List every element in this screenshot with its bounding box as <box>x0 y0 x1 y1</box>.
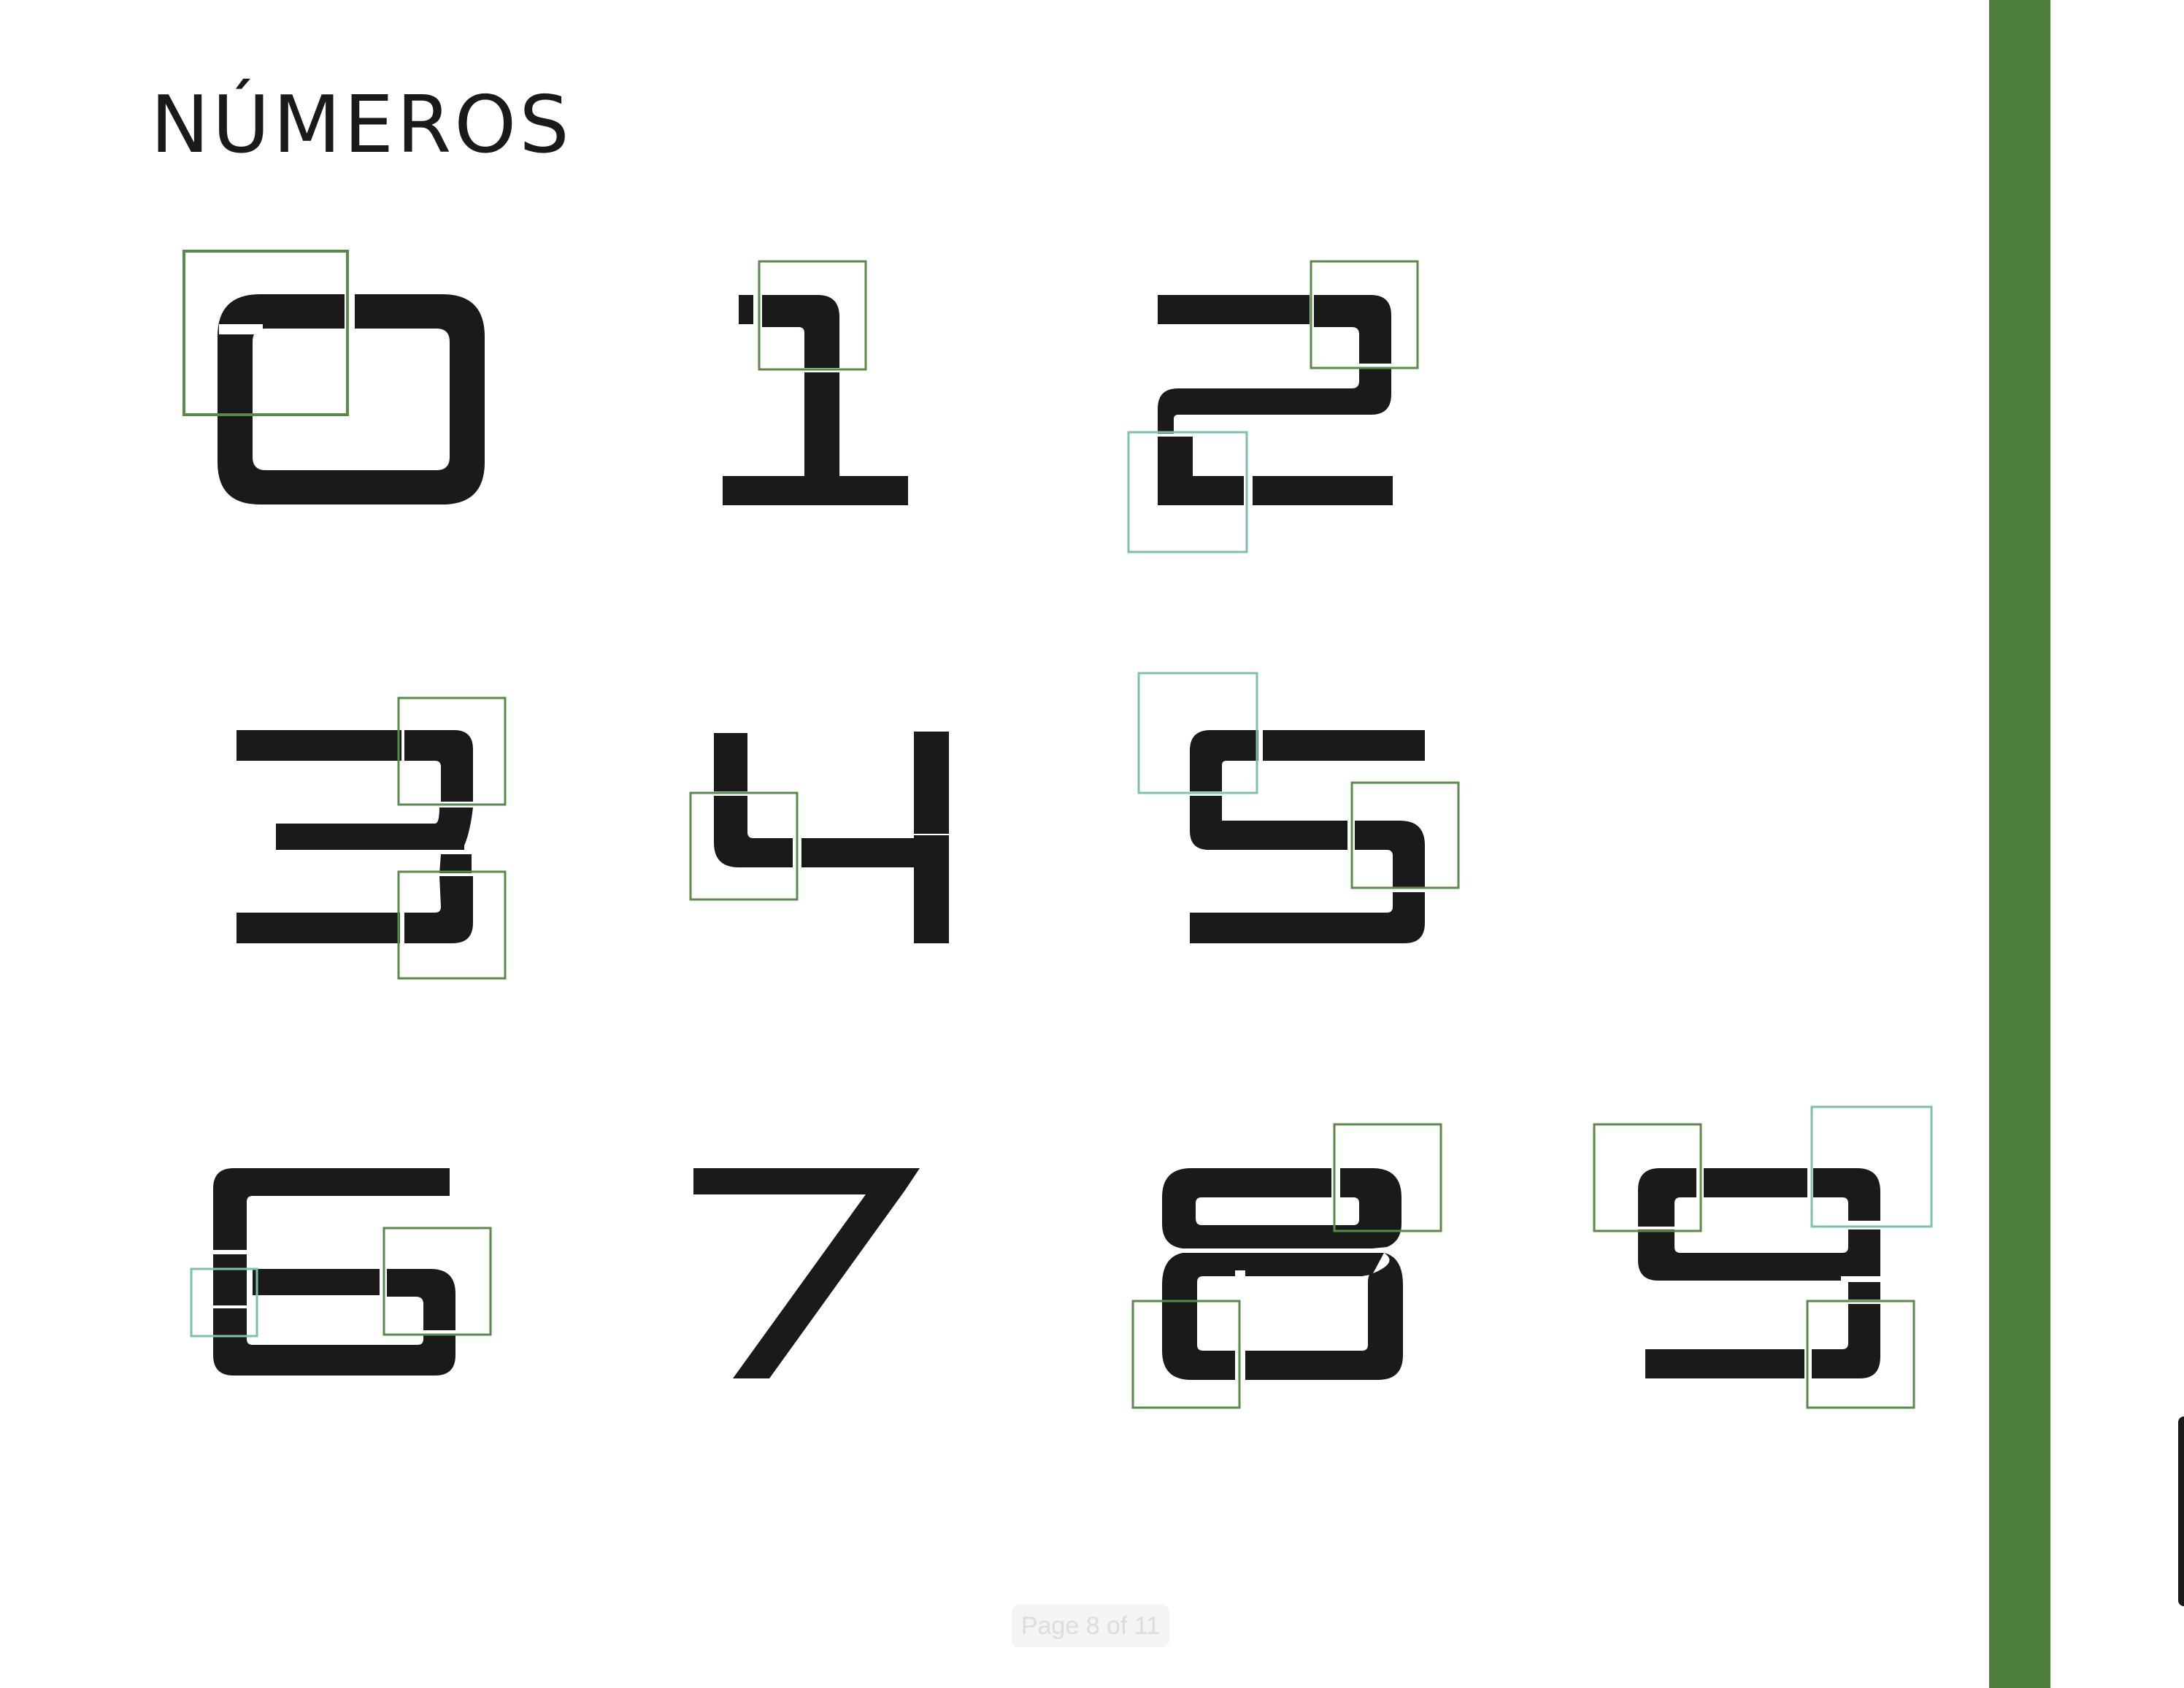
numeral-6 <box>213 1168 455 1376</box>
numeral-1 <box>723 295 908 505</box>
numeral-0 <box>218 294 485 505</box>
numerals-sheet <box>182 250 1933 1409</box>
numeral-2 <box>1158 295 1393 505</box>
numeral-8 <box>1162 1168 1403 1380</box>
numeral-9 <box>1638 1168 1880 1378</box>
page-indicator: Page 8 of 11 <box>1012 1605 1169 1647</box>
numeral-3 <box>237 730 473 943</box>
edge-tab[interactable] <box>2178 1416 2184 1606</box>
numeral-5 <box>1190 730 1425 943</box>
numeral-7 <box>693 1168 920 1378</box>
numeral-4 <box>714 732 949 943</box>
